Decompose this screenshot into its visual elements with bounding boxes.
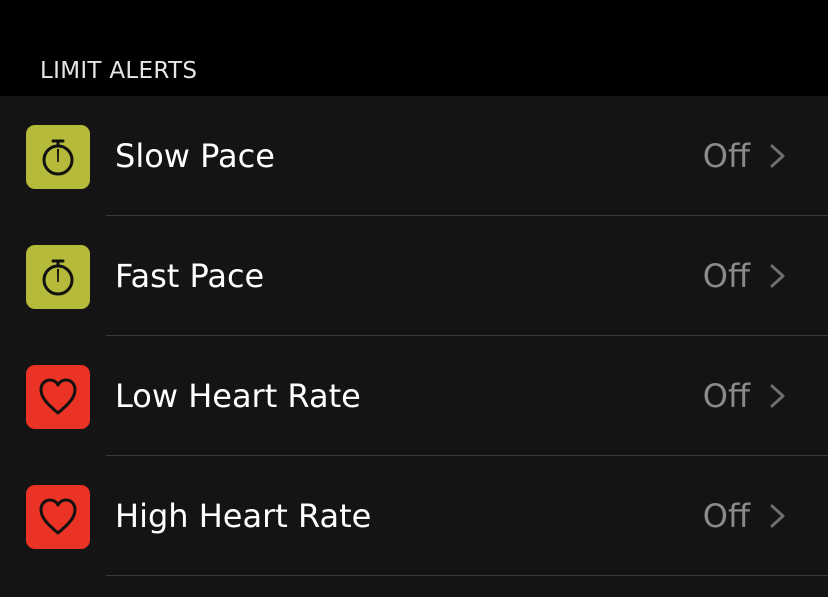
fast-pace-icon-tile [26, 245, 90, 309]
high-heart-rate-icon-tile [26, 485, 90, 549]
low-heart-rate-label: Low Heart Rate [115, 377, 361, 415]
low-heart-rate-icon-tile [26, 365, 90, 429]
stopwatch-icon [42, 139, 74, 176]
stopwatch-icon [42, 259, 74, 296]
slow-pace-label: Slow Pace [115, 137, 275, 175]
limit-alerts-list: Slow Pace Off Fast Pace Off Low Heart Ra… [0, 96, 828, 597]
fast-pace-row[interactable]: Fast Pace Off [0, 216, 828, 336]
section-header: LIMIT ALERTS [40, 58, 198, 84]
fast-pace-label: Fast Pace [115, 257, 265, 295]
high-heart-rate-row[interactable]: High Heart Rate Off [0, 456, 828, 576]
low-heart-rate-value: Off [702, 377, 750, 415]
chevron-right-icon [770, 504, 785, 528]
slow-pace-row[interactable]: Slow Pace Off [0, 96, 828, 216]
high-heart-rate-label: High Heart Rate [115, 497, 372, 535]
low-heart-rate-row[interactable]: Low Heart Rate Off [0, 336, 828, 456]
chevron-right-icon [770, 264, 785, 288]
row-divider [106, 575, 828, 576]
heart-icon [39, 378, 77, 415]
chevron-right-icon [770, 384, 785, 408]
chevron-right-icon [770, 144, 785, 168]
heart-icon [39, 498, 77, 535]
limit-alerts-screen: LIMIT ALERTS Slow Pace Off Fast Pace Off… [0, 0, 828, 597]
slow-pace-icon-tile [26, 125, 90, 189]
high-heart-rate-value: Off [702, 497, 750, 535]
slow-pace-value: Off [702, 137, 750, 175]
fast-pace-value: Off [702, 257, 750, 295]
